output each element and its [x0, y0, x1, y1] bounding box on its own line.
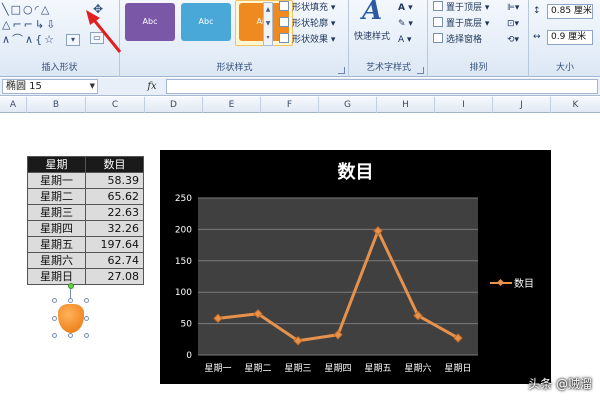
table-cell[interactable]: 32.26: [85, 220, 144, 237]
y-tick-label: 200: [175, 225, 192, 235]
column-header-b[interactable]: B: [27, 97, 86, 113]
table-row: 星期日 27.08: [27, 268, 144, 285]
formula-bar: 椭圆 15 ▼ fx: [0, 78, 600, 96]
ribbon: ╲□○◜△ △⌐⌐↳⇩ ∧⌒∧{☆ ▾ ✥ ▭ 插入形状 Abc Abc Abc…: [0, 0, 600, 77]
table-cell[interactable]: 58.39: [85, 172, 144, 189]
column-header-h[interactable]: H: [377, 97, 435, 113]
legend-label: 数目: [514, 279, 534, 290]
rotation-handle[interactable]: [68, 283, 74, 289]
chevron-down-icon[interactable]: ▼: [90, 80, 95, 93]
x-tick-label: 星期三: [284, 363, 311, 374]
table-row: 星期六 62.74: [27, 252, 144, 269]
x-tick-label: 星期五: [364, 363, 391, 374]
resize-handle[interactable]: [84, 333, 89, 338]
column-header-g[interactable]: G: [319, 97, 377, 113]
orange-shape[interactable]: [58, 304, 84, 333]
table-cell[interactable]: 星期六: [27, 252, 86, 269]
chart-legend[interactable]: 数目: [490, 275, 534, 290]
watermark: 头条 @贼溜: [528, 377, 592, 391]
x-tick-label: 星期四: [324, 363, 351, 374]
formula-input[interactable]: [166, 79, 598, 94]
table-row: 星期二 65.62: [27, 188, 144, 205]
table-row: 星期一 58.39: [27, 172, 144, 189]
column-header-c[interactable]: C: [86, 97, 145, 113]
y-tick-label: 250: [175, 194, 192, 204]
table-header-cell[interactable]: 星期: [27, 156, 86, 173]
table-cell[interactable]: 22.63: [85, 204, 144, 221]
y-tick-label: 0: [186, 351, 192, 361]
table-cell[interactable]: 27.08: [85, 268, 144, 285]
insert-function-button[interactable]: fx: [140, 79, 164, 94]
line-chart[interactable]: 0 50 100 150 200 250 星期一 星期二 星期三 星期四 星期五 星期六 星期日 数目 …: [160, 150, 551, 384]
table-row: 星期三 22.63: [27, 204, 144, 221]
resize-handle[interactable]: [52, 316, 57, 321]
data-table: 星期 数目 星期一 58.39 星期二 65.62 星期三 22.63 星期四 32.2…: [27, 156, 144, 285]
column-header-f[interactable]: F: [261, 97, 319, 113]
resize-handle[interactable]: [52, 298, 57, 303]
table-cell[interactable]: 星期日: [27, 268, 86, 285]
table-header-row: 星期 数目: [27, 156, 144, 173]
x-tick-label: 星期日: [444, 363, 471, 374]
resize-handle[interactable]: [68, 298, 73, 303]
column-header-e[interactable]: E: [203, 97, 261, 113]
column-header-j[interactable]: J: [493, 97, 551, 113]
resize-handle[interactable]: [68, 333, 73, 338]
chart-plot: 0 50 100 150 200 250 星期一 星期二 星期三 星期四 星期五 星期六 星期日: [175, 194, 478, 374]
resize-handle[interactable]: [52, 333, 57, 338]
table-cell[interactable]: 197.64: [85, 236, 144, 253]
table-cell[interactable]: 星期一: [27, 172, 86, 189]
table-row: 星期五 197.64: [27, 236, 144, 253]
table-cell[interactable]: 星期二: [27, 188, 86, 205]
column-header-d[interactable]: D: [145, 97, 203, 113]
table-cell[interactable]: 65.62: [85, 188, 144, 205]
table-cell[interactable]: 62.74: [85, 252, 144, 269]
resize-handle[interactable]: [84, 298, 89, 303]
legend-marker-icon: [490, 278, 512, 288]
table-row: 星期四 32.26: [27, 220, 144, 237]
selected-shape[interactable]: [52, 283, 89, 338]
chart-title[interactable]: 数目: [160, 158, 551, 184]
x-tick-label: 星期二: [244, 363, 271, 374]
name-box[interactable]: 椭圆 15 ▼: [2, 79, 98, 94]
table-cell[interactable]: 星期三: [27, 204, 86, 221]
y-tick-label: 50: [181, 320, 193, 330]
table-cell[interactable]: 星期五: [27, 236, 86, 253]
resize-handle[interactable]: [84, 316, 89, 321]
red-arrow-annotation: [86, 10, 122, 53]
x-tick-label: 星期六: [404, 362, 431, 374]
table-cell[interactable]: 星期四: [27, 220, 86, 237]
y-tick-label: 100: [175, 288, 192, 298]
column-header-k[interactable]: K: [551, 97, 600, 113]
x-tick-label: 星期一: [204, 363, 231, 374]
table-header-cell[interactable]: 数目: [85, 156, 144, 173]
y-tick-label: 150: [175, 257, 192, 267]
column-header-a[interactable]: A: [0, 97, 27, 113]
column-header-i[interactable]: I: [435, 97, 493, 113]
column-headers: A B C D E F G H I J K: [0, 97, 600, 113]
